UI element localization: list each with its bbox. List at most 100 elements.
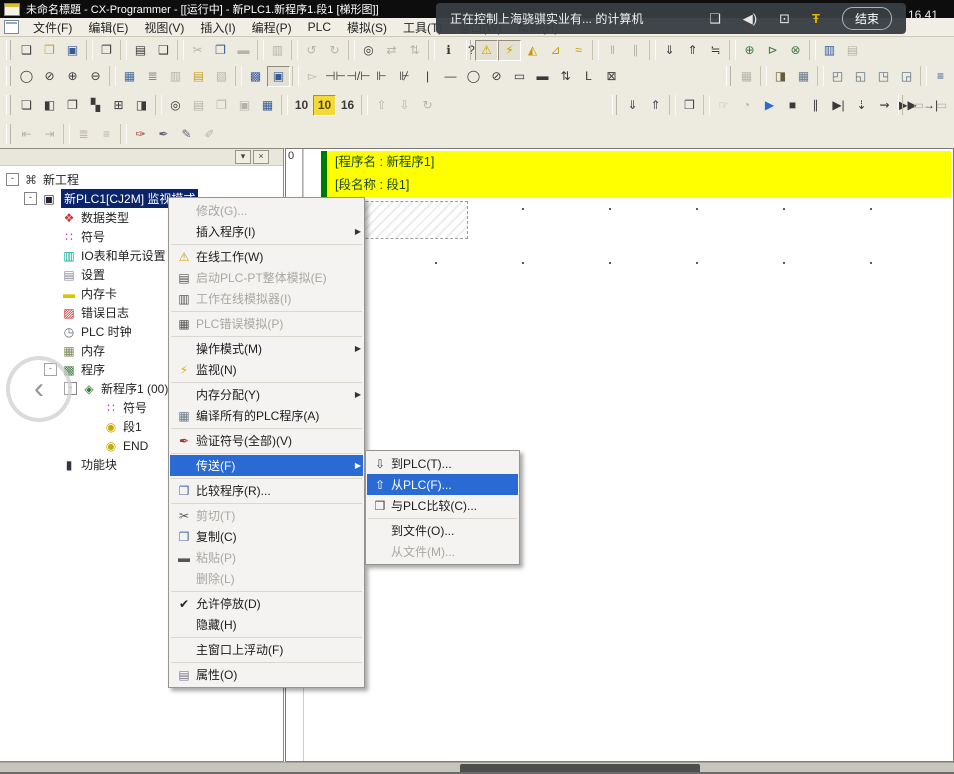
menu-bar-item[interactable]: 插入(I) — [192, 18, 243, 37]
compile-all-button[interactable]: ▦ — [792, 66, 815, 87]
menu-bar-item[interactable]: 编程(P) — [244, 18, 300, 37]
toolbar-separator[interactable] — [920, 66, 927, 86]
undo-button[interactable]: ↺ — [300, 40, 323, 61]
output-window-button[interactable]: ▤ — [187, 95, 210, 116]
plug-icon[interactable]: Ŧ — [812, 11, 820, 26]
context-menu-item[interactable]: ✔ 允许停放(D) — [170, 593, 363, 614]
context-menu-item[interactable]: 主窗口上浮动(F) — [170, 639, 363, 660]
cut-button[interactable]: ✂ — [186, 40, 209, 61]
partial-transfer-button[interactable]: ⊳ — [761, 40, 784, 61]
upload-from-plc-button[interactable]: ⇑ — [681, 40, 704, 61]
toolbar-separator[interactable] — [120, 124, 127, 144]
pause-button[interactable]: ∥ — [624, 40, 647, 61]
context-menu-item[interactable]: ✒ 验证符号(全部)(V) — [170, 430, 363, 451]
zoom-out-button[interactable]: ⊖ — [84, 66, 107, 87]
sim-scan-button[interactable]: ☞ — [712, 95, 735, 116]
submenu-item[interactable]: 从文件(M)... — [367, 541, 518, 562]
toolbar-separator[interactable] — [348, 40, 355, 60]
fb-library-button[interactable]: ≡ — [929, 66, 952, 87]
context-menu-item[interactable]: 内存分配(Y) ▶ — [170, 384, 363, 405]
cascade-windows-button[interactable]: ❐ — [61, 95, 84, 116]
replace-button[interactable]: ⇄ — [380, 40, 403, 61]
online-edit-button[interactable]: ⊿ — [544, 40, 567, 61]
about-button[interactable]: ℹ — [437, 40, 460, 61]
toolbar-separator[interactable] — [291, 40, 298, 60]
toolbar-separator[interactable] — [109, 66, 116, 86]
fullscreen-icon[interactable]: ❑ — [709, 11, 721, 27]
io-comment-button[interactable]: ▥ — [164, 66, 187, 87]
decimal-display-button[interactable]: 10 — [290, 95, 313, 116]
context-menu-item[interactable]: 插入程序(I) ▶ — [170, 221, 363, 242]
new-project-button[interactable]: ❏ — [15, 40, 38, 61]
compile-button[interactable]: ◨ — [769, 66, 792, 87]
hex-display-button[interactable]: 16 — [336, 95, 359, 116]
toolbar-separator[interactable] — [177, 40, 184, 60]
delete-line-button[interactable]: ⊠ — [600, 66, 623, 87]
insert-rung-below-button[interactable]: ◱ — [849, 66, 872, 87]
scrollbar-thumb[interactable] — [460, 764, 700, 773]
new-vertical-button[interactable]: | — [416, 66, 439, 87]
print-button[interactable]: ▤ — [129, 40, 152, 61]
paste-special-button[interactable]: ▥ — [266, 40, 289, 61]
move-rung-up-button[interactable]: ◳ — [872, 66, 895, 87]
properties-window-button[interactable]: ◨ — [130, 95, 153, 116]
new-coil-button[interactable]: ◯ — [462, 66, 485, 87]
menu-bar-item[interactable]: PLC — [300, 19, 339, 35]
context-menu-item[interactable]: 传送(F) ▶ — [170, 455, 363, 476]
force-cancel-button[interactable]: ↻ — [416, 95, 439, 116]
new-instruction-button[interactable]: ▭ — [508, 66, 531, 87]
new-contact-button[interactable]: ⊣⊢ — [324, 66, 347, 87]
toolbar-separator[interactable] — [729, 40, 736, 60]
watch-window-button[interactable]: ◎ — [164, 95, 187, 116]
menu-bar-item[interactable]: 文件(F) — [25, 18, 80, 37]
new-horizontal-button[interactable]: — — [439, 66, 462, 87]
display-icon[interactable]: ⊡ — [779, 11, 790, 27]
bookmark-clear-button[interactable]: ✐ — [198, 124, 221, 145]
sim-pause-button[interactable]: ∥ — [804, 95, 827, 116]
connect-line-button[interactable]: L — [577, 66, 600, 87]
quick-download-button[interactable]: ⇓ — [621, 95, 644, 116]
sim-step-over-button[interactable]: ⇝ — [873, 95, 896, 116]
window-watch-button[interactable]: ▭ — [930, 95, 953, 116]
new-closed-coil-button[interactable]: ⊘ — [485, 66, 508, 87]
magnifier-button[interactable]: ◯ — [15, 66, 38, 87]
bookmark-next-button[interactable]: ✒ — [152, 124, 175, 145]
new-contact-or-button[interactable]: ⊩ — [370, 66, 393, 87]
toolbar-separator[interactable] — [703, 95, 710, 115]
horizontal-scrollbar[interactable] — [0, 762, 954, 774]
sim-mode-button[interactable]: ◔ — [735, 95, 758, 116]
auto-online-button[interactable]: ≈ — [567, 40, 590, 61]
menu-bar-item[interactable]: 视图(V) — [136, 18, 192, 37]
window-output-button[interactable]: ▭ — [907, 95, 930, 116]
print-preview-button[interactable]: ❑ — [152, 40, 175, 61]
smart-input-button[interactable]: ▩ — [244, 66, 267, 87]
compare-programs-button[interactable]: ❐ — [95, 40, 118, 61]
context-menu-item[interactable]: ✂ 剪切(T) — [170, 505, 363, 526]
context-menu-item[interactable]: ▥ 工作在线模拟器(I) — [170, 288, 363, 309]
float-window-button[interactable]: ❏ — [15, 95, 38, 116]
toolbar-separator[interactable] — [809, 40, 816, 60]
grid-toggle-button[interactable]: ▦ — [118, 66, 141, 87]
end-session-button[interactable]: 结束 — [842, 7, 892, 30]
compare-with-plc-button[interactable]: ≒ — [704, 40, 727, 61]
save-project-button[interactable]: ▣ — [61, 40, 84, 61]
pause-flag-button[interactable]: ‖ — [601, 40, 624, 61]
toolbar-separator[interactable] — [257, 40, 264, 60]
toolbar-separator[interactable] — [281, 95, 288, 115]
plc-memory-window-button[interactable]: ▤ — [841, 40, 864, 61]
toolbar-separator[interactable] — [428, 40, 435, 60]
panel-drop-button[interactable]: ▾ — [235, 150, 251, 164]
toolbar-separator[interactable] — [817, 66, 824, 86]
context-menu-item[interactable]: 隐藏(H) — [170, 614, 363, 635]
back-gesture-overlay[interactable]: ‹ — [6, 356, 72, 422]
toolbar-separator[interactable] — [120, 40, 127, 60]
move-rung-down-button[interactable]: ◲ — [895, 66, 918, 87]
address-reference-button[interactable]: ❐ — [210, 95, 233, 116]
tree-expander-icon[interactable]: - — [6, 173, 19, 186]
submenu-item[interactable]: ⇩ 到PLC(T)... — [367, 453, 518, 474]
context-menu-item[interactable]: 修改(G)... — [170, 200, 363, 221]
sim-run-button[interactable]: ▶ — [758, 95, 781, 116]
quick-verify-button[interactable]: ❒ — [678, 95, 701, 116]
context-menu-item[interactable]: ▤ 启动PLC-PT整体模拟(E) — [170, 267, 363, 288]
rung-comment-button[interactable]: ▤ — [187, 66, 210, 87]
